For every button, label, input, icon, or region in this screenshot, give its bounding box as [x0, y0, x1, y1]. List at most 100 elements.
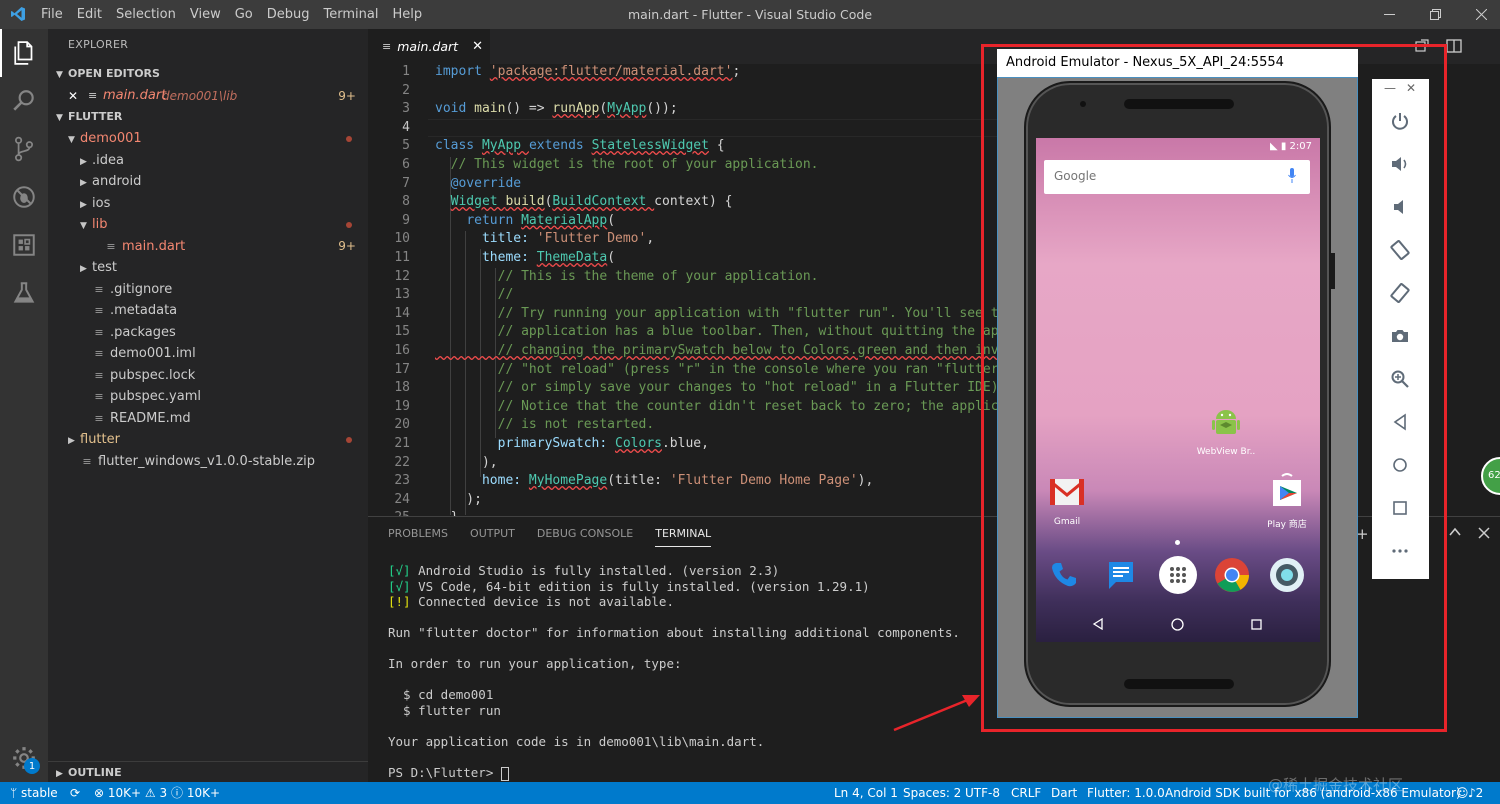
line-number: 9 — [402, 212, 410, 228]
tree-item[interactable]: ≡ .gitignore — [48, 279, 368, 301]
phone-screen[interactable]: ◣ ▮ 2:07 Google WebView Br.. Gmail Play … — [1036, 138, 1320, 642]
app-gmail[interactable]: Gmail — [1038, 472, 1096, 527]
maximize-panel-button[interactable] — [1448, 525, 1462, 543]
test-activity[interactable] — [0, 269, 48, 317]
dock-chrome[interactable] — [1213, 556, 1251, 594]
line-number: 6 — [402, 157, 410, 172]
debug-activity[interactable] — [0, 173, 48, 221]
toolbar-minimize-icon[interactable]: — — [1384, 81, 1396, 95]
tree-item[interactable]: ≡ .packages — [48, 322, 368, 344]
tree-item[interactable]: ▶ .idea — [48, 150, 368, 172]
menu-help[interactable]: Help — [385, 0, 429, 29]
line-endings[interactable]: CRLF — [1011, 782, 1041, 804]
tab-terminal[interactable]: TERMINAL — [655, 517, 712, 547]
tree-item[interactable]: ≡ main.dart 9+ — [48, 236, 368, 258]
restore-button[interactable] — [1412, 0, 1458, 29]
line-number: 19 — [394, 398, 410, 414]
menu-file[interactable]: File — [34, 0, 70, 29]
branch-indicator[interactable]: ᛘ stable — [10, 782, 58, 804]
sync-button[interactable]: ⟳ — [70, 782, 80, 804]
flutter-section-label: FLUTTER — [68, 110, 123, 123]
tree-item[interactable]: ▶ ios — [48, 193, 368, 215]
line-content: @override — [450, 175, 522, 191]
overview-button[interactable] — [1387, 495, 1413, 521]
nav-back-button[interactable] — [1089, 615, 1107, 633]
dock-camera[interactable] — [1268, 556, 1306, 594]
feedback-button[interactable]: ☺ — [1456, 782, 1469, 804]
manage-activity[interactable] — [0, 734, 48, 782]
encoding[interactable]: UTF-8 — [965, 782, 1000, 804]
notifications-button[interactable]: ♪2 — [1468, 782, 1483, 804]
mic-icon[interactable] — [1288, 168, 1296, 183]
power-icon — [1392, 113, 1408, 130]
rotate-left-button[interactable] — [1387, 237, 1413, 263]
tree-item[interactable]: ▶ android — [48, 171, 368, 193]
menu-edit[interactable]: Edit — [70, 0, 109, 29]
open-editor-badge: 9+ — [338, 89, 356, 103]
tree-item[interactable]: ≡ demo001.iml — [48, 343, 368, 365]
app-label-play: Play 商店 — [1267, 520, 1307, 530]
info-icon: ⓘ — [170, 786, 183, 800]
open-editor-item[interactable]: ✕ ≡ main.dart demo001\lib 9+ — [48, 85, 368, 107]
volume-up-button[interactable] — [1387, 151, 1413, 177]
tree-item[interactable]: ▼ demo001 — [48, 128, 368, 150]
dock-phone[interactable] — [1045, 556, 1083, 594]
volume-down-button[interactable] — [1387, 194, 1413, 220]
tree-item[interactable]: ▶ flutter — [48, 429, 368, 451]
menu-selection[interactable]: Selection — [109, 0, 183, 29]
close-window-button[interactable] — [1458, 0, 1500, 29]
back-button[interactable] — [1387, 409, 1413, 435]
open-changes-button[interactable] — [1414, 38, 1430, 58]
power-button[interactable] — [1387, 108, 1413, 134]
menu-debug[interactable]: Debug — [260, 0, 317, 29]
search-activity[interactable] — [0, 77, 48, 125]
home-icon — [1393, 458, 1407, 472]
app-play-store[interactable]: Play 商店 — [1258, 472, 1316, 530]
nav-recents-button[interactable] — [1247, 615, 1265, 633]
zoom-button[interactable] — [1387, 366, 1413, 392]
dock-messages[interactable] — [1102, 556, 1140, 594]
split-editor-button[interactable] — [1446, 38, 1462, 58]
tree-item[interactable]: ▶ test — [48, 257, 368, 279]
tab-output[interactable]: OUTPUT — [470, 517, 515, 550]
indentation[interactable]: Spaces: 2 — [903, 782, 961, 804]
tree-item[interactable]: ▼ lib — [48, 214, 368, 236]
rotate-right-button[interactable] — [1387, 280, 1413, 306]
source-control-activity[interactable] — [0, 125, 48, 173]
open-editors-header[interactable]: ▼ OPEN EDITORS — [48, 63, 368, 85]
tree-item[interactable]: ≡ .metadata — [48, 300, 368, 322]
tree-item[interactable]: ≡ README.md — [48, 408, 368, 430]
dock-app-drawer[interactable] — [1159, 556, 1197, 594]
screenshot-button[interactable] — [1387, 323, 1413, 349]
outline-header[interactable]: ▶ OUTLINE — [48, 761, 368, 783]
tab-problems[interactable]: PROBLEMS — [388, 517, 448, 550]
tab-main-dart[interactable]: ≡ main.dart ✕ — [368, 29, 490, 64]
explorer-activity[interactable] — [0, 29, 48, 77]
cursor-position[interactable]: Ln 4, Col 1 — [834, 782, 898, 804]
toolbar-close-icon[interactable]: ✕ — [1406, 81, 1416, 95]
tree-item[interactable]: ≡ pubspec.yaml — [48, 386, 368, 408]
close-panel-button[interactable] — [1478, 525, 1490, 543]
minimize-button[interactable] — [1366, 0, 1412, 29]
language-mode[interactable]: Dart — [1051, 782, 1077, 804]
flutter-version[interactable]: Flutter: 1.0.0 — [1087, 782, 1165, 804]
app-webview[interactable]: WebView Br.. — [1196, 402, 1256, 457]
home-button[interactable] — [1387, 452, 1413, 478]
close-editor-icon[interactable]: ✕ — [68, 85, 78, 107]
menu-terminal[interactable]: Terminal — [317, 0, 386, 29]
menu-go[interactable]: Go — [228, 0, 260, 29]
more-button[interactable] — [1387, 538, 1413, 564]
flutter-folder-header[interactable]: ▼ FLUTTER — [48, 106, 368, 128]
problems-indicator[interactable]: ⊗ 10K+ ⚠ 3 ⓘ 10K+ — [94, 782, 220, 804]
top-speaker — [1124, 99, 1234, 109]
tree-item[interactable]: ≡ flutter_windows_v1.0.0-stable.zip — [48, 451, 368, 473]
chevron-down-icon: ▼ — [56, 70, 63, 80]
tab-debug-console[interactable]: DEBUG CONSOLE — [537, 517, 633, 550]
tab-close-icon[interactable]: ✕ — [472, 39, 483, 54]
nav-home-button[interactable] — [1168, 615, 1186, 633]
tree-item-label: flutter — [80, 432, 120, 447]
extensions-activity[interactable] — [0, 221, 48, 269]
menu-view[interactable]: View — [183, 0, 228, 29]
google-search-bar[interactable]: Google — [1044, 160, 1310, 194]
tree-item[interactable]: ≡ pubspec.lock — [48, 365, 368, 387]
